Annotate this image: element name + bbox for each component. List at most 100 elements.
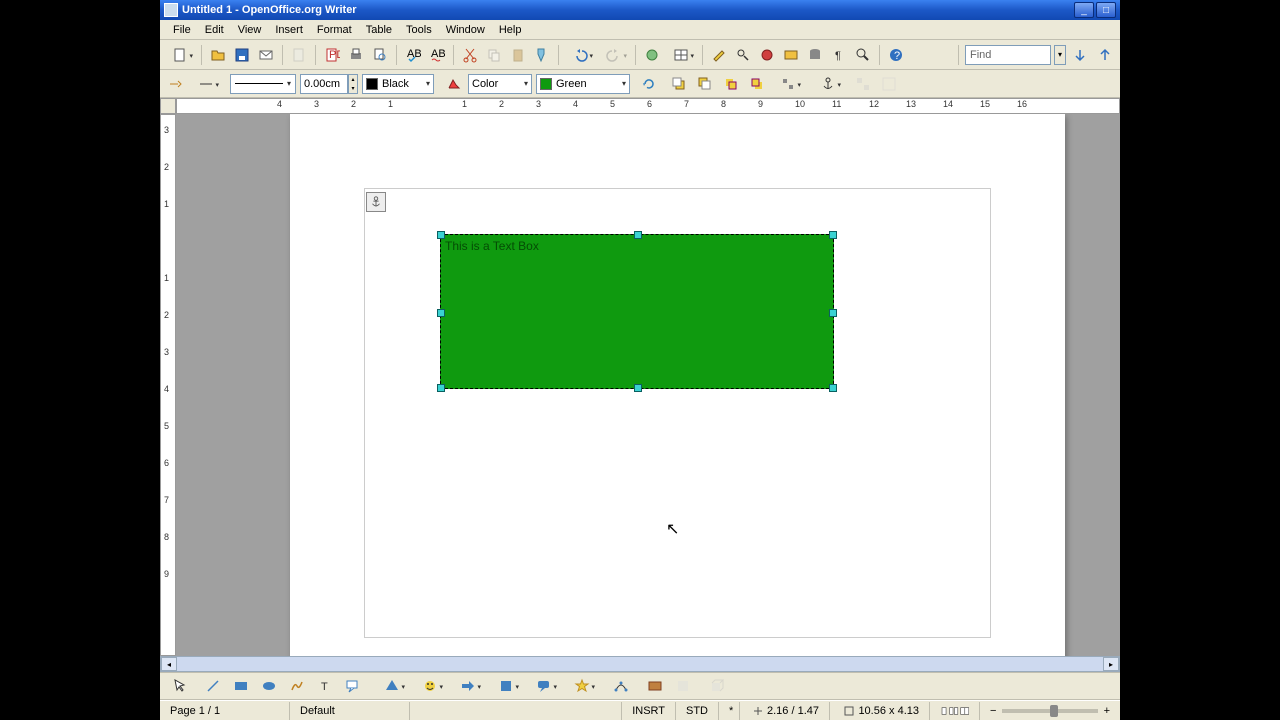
line-tool[interactable] (202, 675, 224, 697)
status-style[interactable]: Default (290, 702, 410, 720)
preview-button[interactable] (369, 44, 391, 66)
resize-handle-tm[interactable] (634, 231, 642, 239)
status-size[interactable]: 10.56 x 4.13 (830, 702, 930, 720)
titlebar[interactable]: Untitled 1 - OpenOffice.org Writer _ □ (160, 0, 1120, 20)
status-page[interactable]: Page 1 / 1 (160, 702, 290, 720)
ruler-corner[interactable] (160, 98, 176, 114)
rectangle-tool[interactable] (230, 675, 252, 697)
status-insert-mode[interactable]: INSRT (622, 702, 676, 720)
menu-edit[interactable]: Edit (198, 22, 231, 38)
gallery-button[interactable] (780, 44, 802, 66)
maximize-button[interactable]: □ (1096, 2, 1116, 18)
resize-handle-tl[interactable] (437, 231, 445, 239)
line-width-input[interactable]: 0.00cm (300, 74, 348, 94)
select-tool[interactable] (168, 675, 190, 697)
mail-button[interactable] (255, 44, 277, 66)
menu-view[interactable]: View (231, 22, 269, 38)
pdf-button[interactable]: PDF (321, 44, 343, 66)
line-color-select[interactable]: Black ▾ (362, 74, 434, 94)
ellipse-tool[interactable] (258, 675, 280, 697)
alignment-button[interactable] (772, 73, 804, 95)
menu-file[interactable]: File (166, 22, 198, 38)
callouts-tool[interactable] (528, 675, 560, 697)
cut-button[interactable] (459, 44, 481, 66)
multi-page-icon[interactable] (949, 705, 958, 717)
help-button[interactable]: ? (885, 44, 907, 66)
redo-button[interactable] (598, 44, 630, 66)
fill-type-select[interactable]: Color ▾ (468, 74, 532, 94)
zoom-in-icon[interactable]: + (1104, 705, 1110, 717)
points-tool[interactable] (610, 675, 632, 697)
find-dropdown[interactable]: ▾ (1054, 45, 1066, 65)
page[interactable]: This is a Text Box (290, 114, 1065, 656)
paste-button[interactable] (507, 44, 529, 66)
anchor-icon[interactable] (366, 192, 386, 212)
status-position[interactable]: 2.16 / 1.47 (740, 702, 830, 720)
scroll-left-button[interactable]: ◂ (161, 657, 177, 671)
zoom-slider[interactable]: − + (980, 702, 1120, 720)
table-button[interactable] (665, 44, 697, 66)
format-paint-button[interactable] (531, 44, 553, 66)
block-arrows-tool[interactable] (452, 675, 484, 697)
status-modified[interactable]: * (719, 702, 740, 720)
menu-format[interactable]: Format (310, 22, 359, 38)
status-lang[interactable] (410, 702, 622, 720)
open-button[interactable] (207, 44, 229, 66)
print-button[interactable] (345, 44, 367, 66)
hyperlink-button[interactable] (641, 44, 663, 66)
anchor-button[interactable] (812, 73, 844, 95)
menu-window[interactable]: Window (439, 22, 492, 38)
textbox-shape[interactable]: This is a Text Box (440, 234, 834, 389)
bring-forward-button[interactable] (720, 73, 742, 95)
navigator-button[interactable] (756, 44, 778, 66)
text-tool[interactable]: T (314, 675, 336, 697)
spellcheck-button[interactable]: ABC (402, 44, 424, 66)
stars-tool[interactable] (566, 675, 598, 697)
autospell-button[interactable]: ABC (426, 44, 448, 66)
vertical-ruler[interactable]: 321123456789 (160, 114, 176, 656)
scroll-track[interactable] (177, 657, 1103, 671)
save-button[interactable] (231, 44, 253, 66)
zoom-out-icon[interactable]: − (990, 705, 996, 717)
arrow-style-button[interactable] (164, 73, 186, 95)
datasource-button[interactable] (804, 44, 826, 66)
zoom-thumb[interactable] (1050, 705, 1058, 717)
status-sel-mode[interactable]: STD (676, 702, 719, 720)
resize-handle-mr[interactable] (829, 309, 837, 317)
minimize-button[interactable]: _ (1074, 2, 1094, 18)
resize-handle-tr[interactable] (829, 231, 837, 239)
find-replace-button[interactable] (732, 44, 754, 66)
fontwork-button[interactable] (644, 675, 666, 697)
to-background-button[interactable] (694, 73, 716, 95)
to-foreground-button[interactable] (668, 73, 690, 95)
freeform-tool[interactable] (286, 675, 308, 697)
find-next-button[interactable] (1069, 44, 1091, 66)
zoom-track[interactable] (1002, 709, 1097, 713)
book-page-icon[interactable] (960, 705, 969, 717)
line-style-select[interactable]: ▾ (230, 74, 296, 94)
resize-handle-bl[interactable] (437, 384, 445, 392)
single-page-icon[interactable] (940, 705, 948, 717)
copy-button[interactable] (483, 44, 505, 66)
menu-tools[interactable]: Tools (399, 22, 439, 38)
menu-table[interactable]: Table (359, 22, 399, 38)
scroll-right-button[interactable]: ▸ (1103, 657, 1119, 671)
fill-color-select[interactable]: Green ▾ (536, 74, 630, 94)
line-width-spinner[interactable]: ▴▾ (348, 74, 358, 94)
area-button[interactable] (442, 73, 464, 95)
basic-shapes-tool[interactable] (376, 675, 408, 697)
line-ends-button[interactable] (190, 73, 222, 95)
page-workspace[interactable]: This is a Text Box ↖ (176, 114, 1120, 656)
nonprinting-button[interactable]: ¶ (828, 44, 850, 66)
horizontal-scrollbar[interactable]: ◂ ▸ (160, 656, 1120, 672)
flowchart-tool[interactable] (490, 675, 522, 697)
resize-handle-ml[interactable] (437, 309, 445, 317)
find-prev-button[interactable] (1094, 44, 1116, 66)
menu-help[interactable]: Help (492, 22, 529, 38)
undo-button[interactable] (564, 44, 596, 66)
send-backward-button[interactable] (746, 73, 768, 95)
menu-insert[interactable]: Insert (268, 22, 310, 38)
rotate-button[interactable] (638, 73, 660, 95)
zoom-button[interactable] (852, 44, 874, 66)
symbol-shapes-tool[interactable] (414, 675, 446, 697)
